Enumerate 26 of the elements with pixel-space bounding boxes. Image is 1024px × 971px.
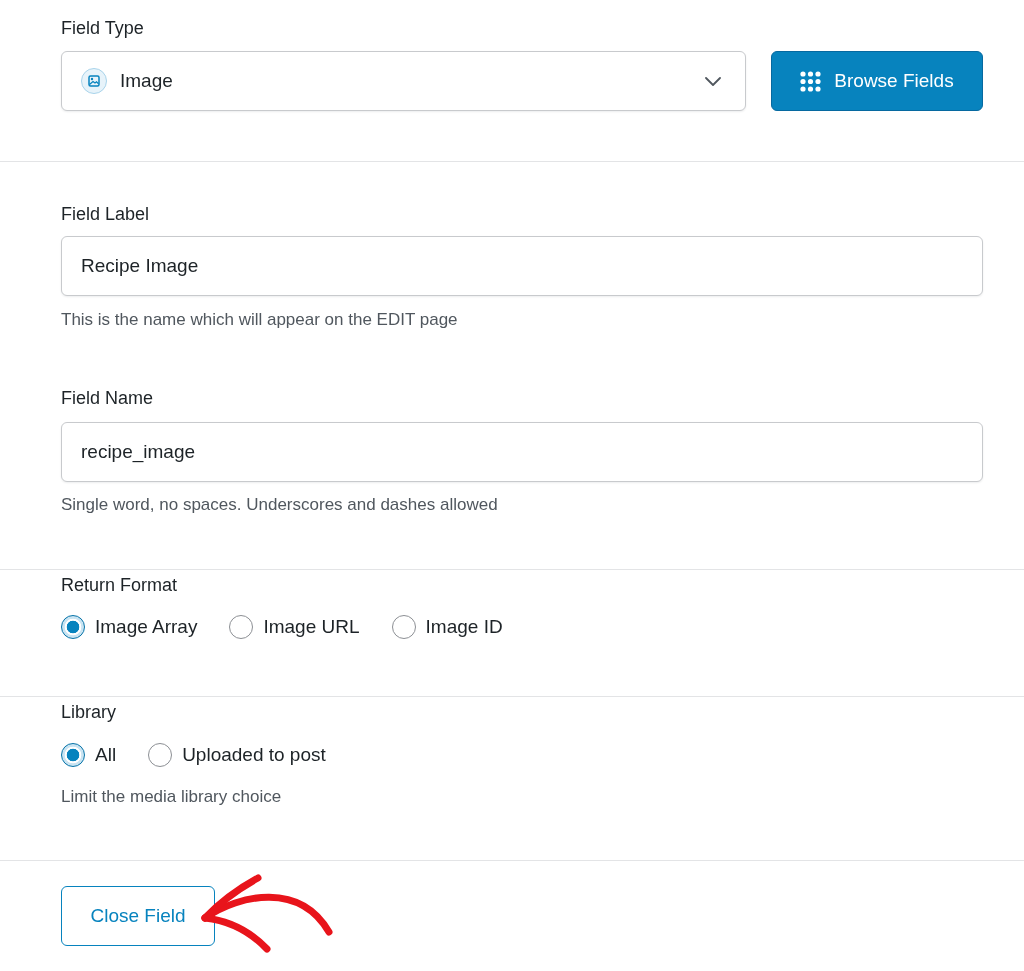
radio-button[interactable]	[148, 743, 173, 767]
radio-label[interactable]: Image ID	[425, 615, 503, 639]
help-text: Limit the media library choice	[61, 786, 282, 808]
field-label: Field Label	[61, 203, 150, 226]
radio-button[interactable]	[229, 615, 254, 639]
close-field-button[interactable]: Close Field	[61, 886, 215, 946]
help-text: Single word, no spaces. Underscores and dashes allowed	[61, 494, 498, 516]
field-label: Return Format	[61, 574, 178, 597]
image-icon	[81, 68, 107, 94]
radio-button[interactable]	[61, 615, 85, 639]
help-text: This is the name which will appear on the EDIT page	[61, 309, 458, 331]
radio-label[interactable]: All	[95, 743, 117, 767]
grid-icon	[800, 70, 822, 92]
browse-fields-button[interactable]: Browse Fields	[771, 51, 983, 111]
field-label: Library	[61, 701, 117, 724]
text-input[interactable]: recipe_image	[61, 422, 983, 482]
radio-button[interactable]	[391, 615, 416, 639]
field-type-select[interactable]: Image	[61, 51, 746, 111]
chevron-down-icon	[705, 76, 721, 86]
field-label: Field Type	[61, 17, 144, 40]
radio-label[interactable]: Image URL	[263, 615, 360, 639]
radio-label[interactable]: Uploaded to post	[182, 743, 326, 767]
text-input[interactable]: Recipe Image	[61, 236, 983, 296]
radio-label[interactable]: Image Array	[95, 615, 198, 639]
field-label: Field Name	[61, 387, 154, 410]
radio-button[interactable]	[61, 743, 85, 767]
